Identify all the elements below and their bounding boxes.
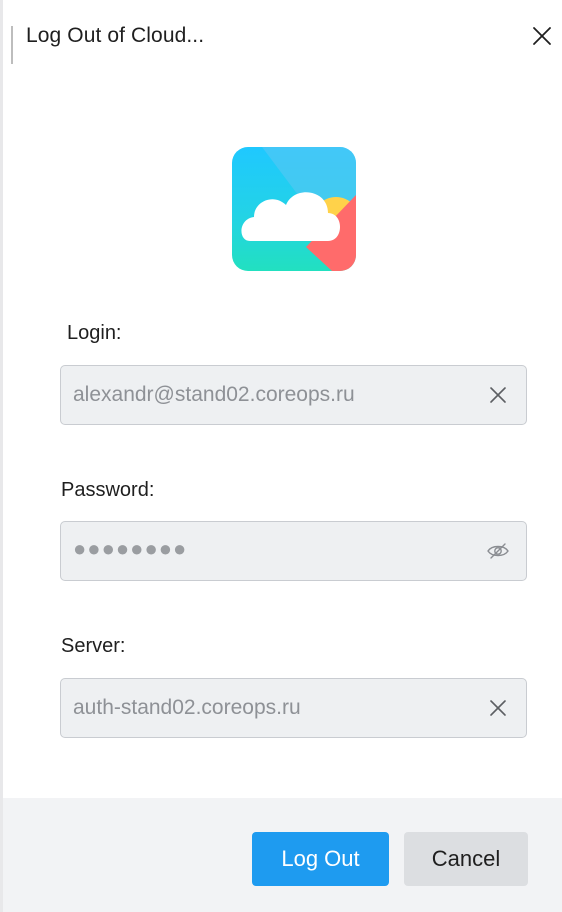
server-label: Server:: [61, 635, 126, 657]
login-value[interactable]: alexandr@stand02.coreops.ru: [73, 383, 355, 407]
logout-dialog: Log Out of Cloud... Login: alexandr@stan…: [0, 0, 562, 912]
login-label: Login:: [67, 322, 122, 344]
window-left-accent: [11, 26, 13, 64]
login-field[interactable]: alexandr@stand02.coreops.ru: [60, 365, 527, 425]
server-clear-button[interactable]: [484, 694, 512, 722]
toggle-password-visibility-button[interactable]: [484, 537, 512, 565]
password-field[interactable]: ●●●●●●●●: [60, 521, 527, 581]
server-value[interactable]: auth-stand02.coreops.ru: [73, 696, 301, 720]
clear-icon: [490, 387, 506, 403]
login-clear-button[interactable]: [484, 381, 512, 409]
cloud-app-logo-icon: [232, 147, 356, 271]
clear-icon: [490, 700, 506, 716]
close-button[interactable]: [528, 22, 556, 50]
dialog-title: Log Out of Cloud...: [26, 24, 205, 47]
password-label: Password:: [61, 479, 155, 501]
password-value[interactable]: ●●●●●●●●: [73, 536, 187, 562]
cancel-button[interactable]: Cancel: [404, 832, 528, 886]
eye-slash-icon: [487, 543, 509, 559]
window-left-border: [0, 0, 3, 912]
server-field[interactable]: auth-stand02.coreops.ru: [60, 678, 527, 738]
logout-button[interactable]: Log Out: [252, 832, 389, 886]
close-icon: [533, 27, 551, 45]
